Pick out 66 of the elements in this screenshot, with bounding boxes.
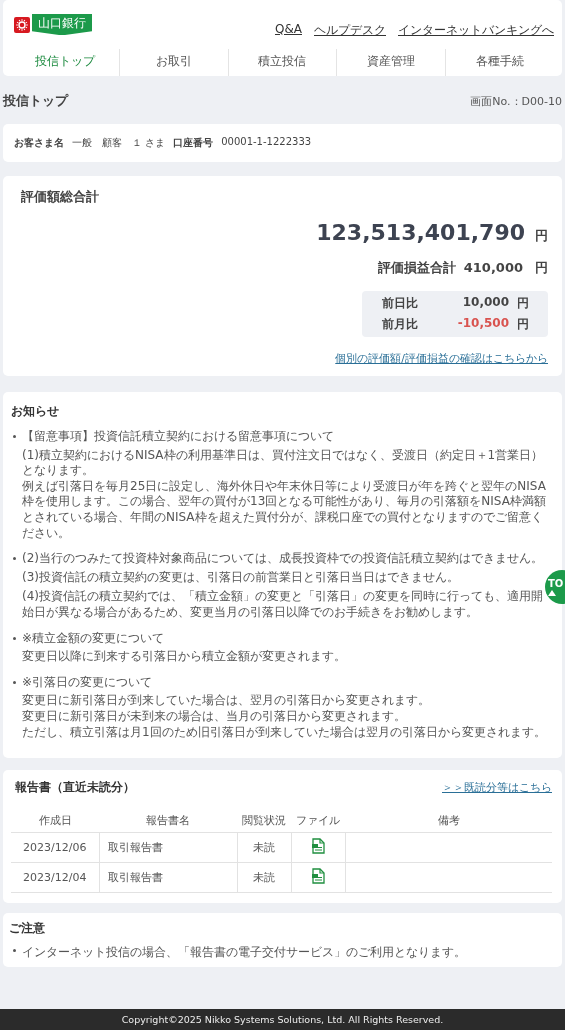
table-cell: 2023/12/06 xyxy=(11,832,99,863)
nav-tab[interactable]: 資産管理 xyxy=(336,49,446,76)
notice-heading: (2)当行のつみたて投資枠対象商品については、成長投資枠での投資信託積立契約はできません。 xyxy=(22,551,544,567)
notice-title: お知らせ xyxy=(11,404,60,419)
document-icon[interactable] xyxy=(311,838,325,855)
notice-text: 変更日以降に到来する引落日から積立金額が変更されます。 xyxy=(22,649,346,665)
bank-logo: 山口銀行 xyxy=(32,14,92,35)
valuation-detail-link[interactable]: 個別の評価額/評価損益の確認はこちらから xyxy=(335,352,548,365)
caution-title: ご注意 xyxy=(9,921,46,937)
valuation-title: 評価額総合計 xyxy=(21,188,99,206)
document-icon[interactable] xyxy=(311,868,325,885)
bullet-icon xyxy=(13,557,16,561)
nav-tab[interactable]: 投信トップ xyxy=(11,49,119,76)
up-arrow-icon xyxy=(548,590,556,596)
table-cell: 2023/12/04 xyxy=(11,862,99,893)
page-title: 投信トップ xyxy=(3,92,68,110)
header-link[interactable]: Q&A xyxy=(275,22,302,39)
notice-text: (1)積立契約におけるNISA枠の利用基準日は、買付注文日ではなく、受渡日（約定日＋1営業日）となります。 xyxy=(22,447,545,479)
nav-tab[interactable]: 積立投信 xyxy=(227,49,337,76)
reports-title: 報告書（直近未読分） xyxy=(15,780,135,796)
nav-tab[interactable]: 各種手続 xyxy=(445,49,554,76)
bullet-icon xyxy=(13,949,16,953)
customer-name: 一般 顧客 １ さま xyxy=(72,136,166,150)
notice-text: 変更日に新引落日が未到来の場合は、当月の引落日から変更されます。 xyxy=(22,708,407,725)
column-header: 備考 xyxy=(345,809,552,833)
total-amount: 123,513,401,790 xyxy=(316,220,525,245)
column-header: 閲覧状況 xyxy=(237,809,291,833)
header-link[interactable]: インターネットバンキングへ xyxy=(398,22,554,39)
table-cell: 未読 xyxy=(237,832,291,863)
notice-text: ただし、積立引落は月1回のため旧引落日が到来していた場合は翌月の引落日から変更されます。 xyxy=(22,724,546,741)
copyright-text: Copyright©2025 Nikko Systems Solutions, Ltd. All Rights Reserved. xyxy=(121,1014,444,1025)
table-cell: 取引報告書 xyxy=(99,832,237,863)
change-amount: -10,500 xyxy=(456,316,509,332)
notice-text: (4)投資信託の積立契約では、「積立金額」の変更と「引落日」の変更を同時に行っても、適用開始日が異なる場合があるため、変更当月の引落日以降でのお手続きをお勧めします。 xyxy=(22,589,544,621)
currency-unit: 円 xyxy=(517,295,530,312)
nav-tab[interactable]: お取引 xyxy=(118,49,228,76)
currency-unit: 円 xyxy=(535,259,548,277)
notice-heading: ※積立金額の変更について xyxy=(22,630,166,647)
notice-text: 変更日に新引落日が到来していた場合は、翌月の引落日から変更されます。 xyxy=(22,693,431,709)
header-link[interactable]: ヘルプデスク xyxy=(314,22,386,39)
currency-unit: 円 xyxy=(535,227,548,245)
column-header: ファイル xyxy=(291,809,345,833)
profit-loss-label: 評価損益合計 xyxy=(377,259,456,277)
table-cell: 取引報告書 xyxy=(99,862,237,893)
read-reports-link[interactable]: ＞＞既読分等はこちら xyxy=(442,780,552,796)
caution-text: インターネット投信の場合、「報告書の電子交付サービス」のご利用となります。 xyxy=(22,944,466,962)
notice-heading: ※引落日の変更について xyxy=(22,674,154,691)
table-cell: 未読 xyxy=(237,862,291,893)
notice-text: (3)投資信託の積立契約の変更は、引落日の前営業日と引落日当日はできません。 xyxy=(22,569,460,586)
currency-unit: 円 xyxy=(517,316,530,333)
bullet-icon xyxy=(13,636,16,640)
sun-logo-icon xyxy=(14,16,30,33)
column-header: 報告書名 xyxy=(99,809,237,833)
change-label: 前日比 xyxy=(382,295,419,312)
profit-loss-amount: 410,000 xyxy=(463,260,523,275)
notice-text: 例えば引落日を毎月25日に設定し、海外休日や年末休日等により受渡日が年を跨ぐと翌年のNISA枠を使用します。この場合、翌年の買付が13回となる可能性があり、毎月の引落額をNISA枠満額とされている場合、年間のNISA枠を超えた買付分が、課税口座での買付となりますのでご留意ください。 xyxy=(22,478,547,542)
bullet-icon xyxy=(13,435,16,438)
column-header: 作成日 xyxy=(11,809,99,833)
bullet-icon xyxy=(13,680,16,684)
account-number: 00001-1-1222333 xyxy=(221,136,312,149)
change-amount: 10,000 xyxy=(461,295,509,311)
customer-name-label: お客さま名 xyxy=(14,136,64,150)
notice-heading: 【留意事項】投資信託積立契約における留意事項について xyxy=(22,429,335,445)
account-number-label: 口座番号 xyxy=(173,136,214,150)
screen-number: 画面No.：D00-10 xyxy=(470,93,562,109)
change-label: 前月比 xyxy=(382,316,419,333)
